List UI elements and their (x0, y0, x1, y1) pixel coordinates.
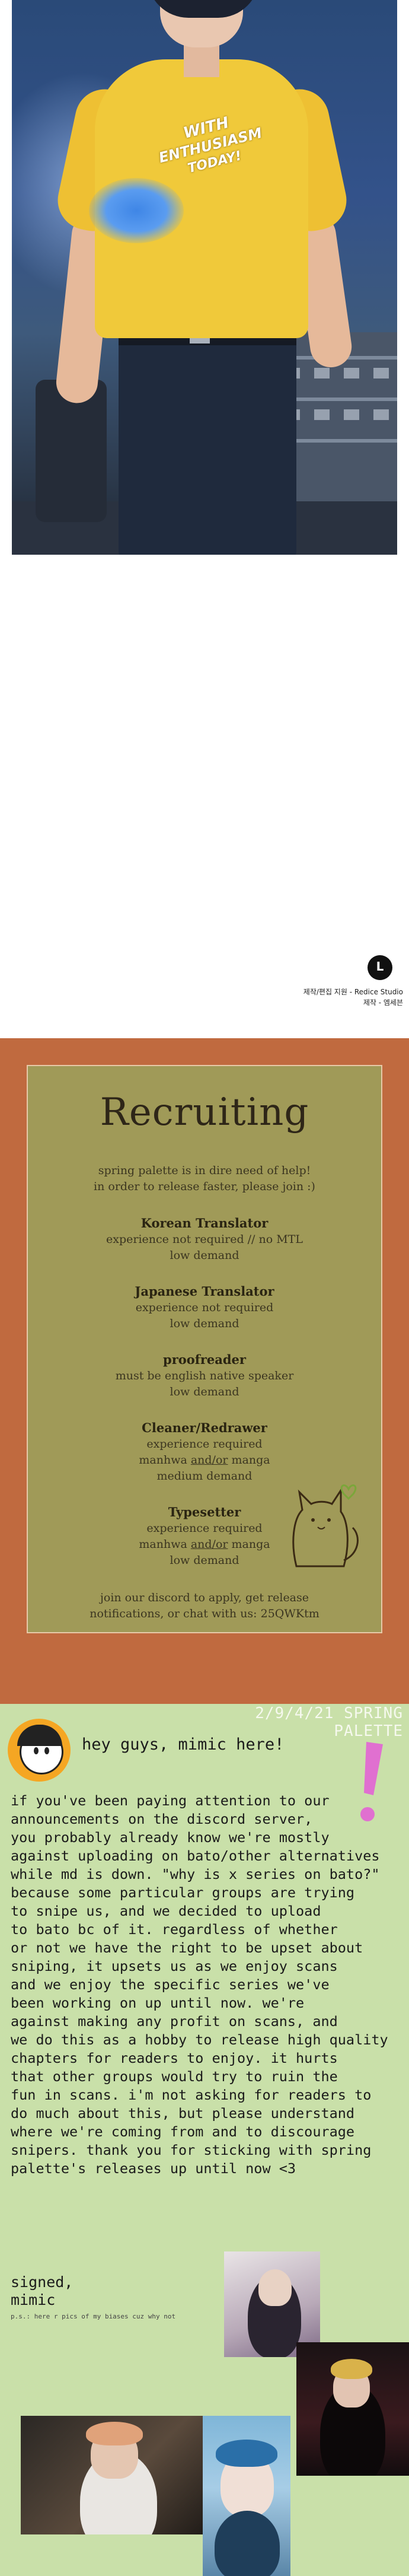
logo-letter: L (376, 959, 384, 974)
media-text: manhwa (139, 1538, 191, 1551)
media-and-or: and/or (190, 1538, 228, 1551)
role-title: Japanese Translator (135, 1284, 274, 1299)
avatar (8, 1719, 71, 1782)
role-detail: experience not required // no MTL (106, 1233, 303, 1246)
signature-text: signed, mimic (11, 2273, 74, 2308)
media-text: manga (228, 1538, 270, 1551)
bias-photo (21, 2416, 209, 2534)
credit-line-1: 제작/편집 지원 - Redice Studio (303, 988, 403, 996)
pants-illustration (119, 332, 296, 555)
role-detail: experience required (146, 1438, 263, 1451)
recruiting-intro-line: spring palette is in dire need of help! (98, 1164, 311, 1177)
role-title: Cleaner/Redrawer (142, 1420, 267, 1435)
role-title: Korean Translator (140, 1216, 269, 1230)
bias-photo (203, 2416, 290, 2576)
bias-photo (296, 2342, 409, 2476)
note-body: if you've been paying attention to our a… (11, 1792, 388, 2177)
media-text: manhwa (139, 1454, 191, 1467)
role-demand: low demand (170, 1249, 239, 1262)
recruiting-intro-line: in order to release faster, please join … (94, 1180, 315, 1193)
cat-doodle-icon (292, 1484, 359, 1567)
recruiting-footer-line: notifications, or chat with us: 25QWKtm (90, 1607, 319, 1620)
comic-panel: WITH ENTHUSIASM TODAY! (12, 0, 397, 555)
studio-logo-icon: L (368, 955, 392, 980)
blue-paint-blob (89, 178, 184, 243)
media-and-or: and/or (190, 1454, 228, 1467)
media-text: manga (228, 1454, 270, 1467)
date-banner: 2/9/4/21 SPRING PALETTE (255, 1704, 403, 1740)
bias-photo (224, 2251, 320, 2357)
credit-line-2: 제작 - 엠세븐 (363, 998, 403, 1007)
role-detail: must be english native speaker (115, 1369, 294, 1382)
recruiting-footer-line: join our discord to apply, get release (100, 1591, 309, 1604)
recruiting-title: Recruiting (100, 1090, 309, 1134)
role-demand: low demand (170, 1385, 239, 1398)
role-detail: experience not required (135, 1301, 274, 1314)
role-media: manhwa and/or manga (27, 1452, 382, 1468)
greeting-text: hey guys, mimic here! (82, 1735, 285, 1754)
postscript-text: p.s.: here r pics of my biases cuz why n… (11, 2313, 176, 2320)
role-title: proofreader (163, 1352, 246, 1367)
role-demand: low demand (170, 1317, 239, 1330)
